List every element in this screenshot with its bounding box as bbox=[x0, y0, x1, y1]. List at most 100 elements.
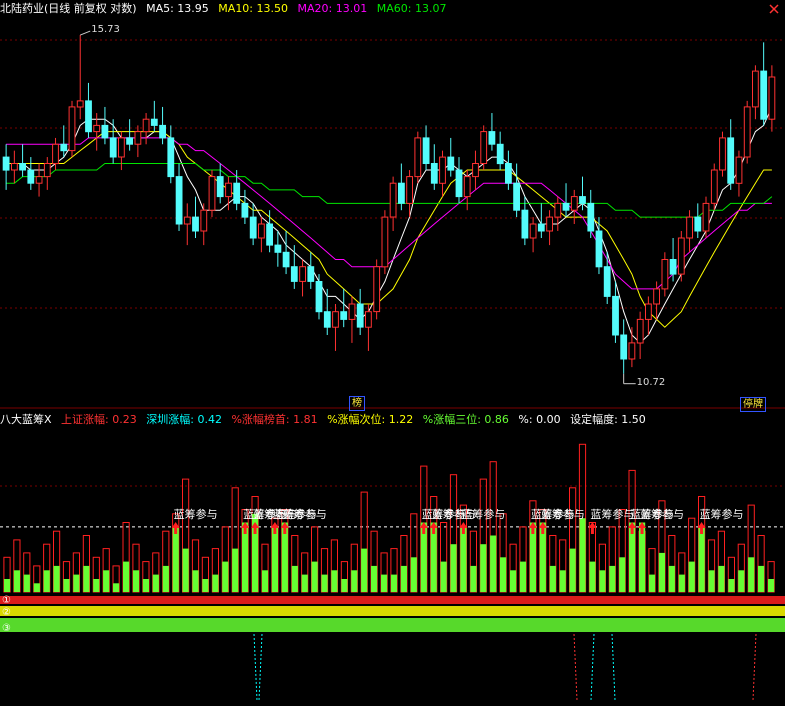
indicator-bar-fill bbox=[142, 579, 149, 592]
candle-body bbox=[702, 202, 710, 232]
candle-body bbox=[587, 202, 595, 232]
candle-body bbox=[348, 303, 356, 320]
candle-body bbox=[27, 169, 35, 184]
indicator-bar-fill bbox=[3, 579, 11, 592]
candle-body bbox=[332, 311, 339, 328]
indicator-bar-fill bbox=[440, 561, 447, 592]
indicator-bar-fill bbox=[589, 561, 596, 592]
indicator-bar-fill bbox=[321, 574, 328, 592]
candle-body bbox=[365, 311, 372, 328]
indicator-bar-fill bbox=[212, 574, 219, 592]
candle-body bbox=[694, 216, 702, 232]
indicator-bar-fill bbox=[83, 565, 90, 592]
candle-body bbox=[192, 216, 199, 232]
indicator-bar-fill bbox=[599, 570, 606, 592]
candle-body bbox=[455, 169, 463, 198]
low-price-label: 10.72 bbox=[636, 376, 666, 388]
candle-body bbox=[43, 163, 51, 178]
candle-body bbox=[480, 131, 488, 165]
indicator-bar-fill bbox=[232, 548, 239, 592]
candle-body bbox=[546, 216, 554, 232]
candle-body bbox=[200, 209, 208, 232]
candle-body bbox=[710, 169, 718, 204]
signal-label: 蓝筹参与 bbox=[640, 507, 684, 521]
candle-body bbox=[241, 202, 249, 218]
candle-body bbox=[274, 244, 282, 253]
candle-body bbox=[603, 266, 611, 297]
candle-body bbox=[439, 156, 446, 184]
indicator-bar-fill bbox=[768, 579, 775, 592]
ma60-readout: MA60: 13.07 bbox=[376, 2, 447, 15]
indicator-bar-fill bbox=[519, 561, 527, 592]
signal-label: 蓝筹参与 bbox=[590, 507, 634, 521]
indicator-bar-fill bbox=[182, 548, 189, 592]
rank-badge[interactable]: 榜 bbox=[349, 396, 365, 411]
dashed-drop-line bbox=[752, 633, 757, 701]
candle-body bbox=[68, 106, 76, 152]
candle-body bbox=[669, 259, 677, 275]
candle-body bbox=[636, 318, 644, 344]
candle-body bbox=[118, 137, 125, 158]
sh-change-readout: 上证涨幅: 0.23 bbox=[61, 413, 137, 426]
indicator-bar-fill bbox=[113, 583, 120, 592]
indicator-bar-fill bbox=[559, 570, 566, 592]
indicator-bar-fill bbox=[33, 583, 40, 592]
chart-canvas: 蓝筹参与 蓝筹参与蓝筹参与蓝筹参与蓝筹参与 蓝筹参与蓝筹参与蓝筹参与 蓝筹参与蓝筹参与… bbox=[0, 30, 785, 701]
candle-body bbox=[134, 131, 142, 145]
indicator-bar-fill bbox=[261, 570, 269, 592]
indicator-bar-fill bbox=[301, 574, 308, 592]
status-strip-label: ③ bbox=[2, 623, 11, 634]
indicator-bar-fill bbox=[648, 574, 656, 592]
candle-body bbox=[488, 131, 496, 145]
indicator-bar-fill bbox=[311, 561, 318, 592]
candle-body bbox=[76, 100, 84, 108]
candle-body bbox=[167, 137, 175, 178]
indicator-bar-fill bbox=[728, 579, 735, 592]
indicator-bar-fill bbox=[371, 565, 378, 592]
candle-body bbox=[472, 163, 479, 178]
candle-body bbox=[216, 176, 224, 198]
top1-readout: %涨幅榜首: 1.81 bbox=[231, 413, 318, 426]
status-strip-1 bbox=[0, 596, 785, 604]
candle-body bbox=[686, 216, 694, 239]
indicator-bar-fill bbox=[480, 544, 487, 592]
candle-body bbox=[496, 143, 504, 165]
flag-badge[interactable]: 停牌 bbox=[740, 397, 766, 412]
candle-body bbox=[661, 259, 669, 290]
signal-label: 蓝筹参与 bbox=[461, 507, 505, 521]
candle-body bbox=[628, 342, 636, 360]
indicator-bar-fill bbox=[410, 557, 417, 592]
candle-body bbox=[93, 124, 101, 133]
candle-body bbox=[109, 137, 117, 158]
candle-body bbox=[735, 156, 743, 184]
indicator-bar-fill bbox=[400, 565, 407, 592]
signal-label: 蓝筹参与 bbox=[283, 507, 327, 521]
indicator-bar-fill bbox=[152, 574, 159, 592]
indicator-bar-fill bbox=[510, 570, 517, 592]
status-strip-label: ① bbox=[2, 595, 11, 606]
candle-body bbox=[430, 163, 438, 184]
candle-body bbox=[381, 216, 389, 268]
indicator-header: 八大蓝筹X 上证涨幅: 0.23 深圳涨幅: 0.42 %涨幅榜首: 1.81 … bbox=[0, 413, 652, 427]
candle-body bbox=[768, 76, 776, 120]
candle-body bbox=[389, 182, 397, 218]
indicator-bar-fill bbox=[13, 570, 20, 592]
indicator-bar-fill bbox=[53, 565, 60, 592]
close-icon[interactable] bbox=[769, 4, 779, 14]
candle-body bbox=[249, 216, 257, 239]
candle-body bbox=[513, 182, 521, 211]
signal-label: 蓝筹参与 bbox=[700, 507, 744, 521]
indicator-bar-fill bbox=[202, 579, 209, 592]
indicator-bar-fill bbox=[470, 565, 477, 592]
indicator-bar-fill bbox=[619, 557, 626, 592]
dashed-drop-line bbox=[258, 633, 263, 701]
candle-body bbox=[645, 303, 652, 320]
indicator-bar-fill bbox=[172, 526, 179, 592]
candle-body bbox=[60, 143, 68, 152]
indicator-bar-fill bbox=[758, 565, 765, 592]
indicator-bar-fill bbox=[162, 565, 169, 592]
indicator-bar-fill bbox=[222, 561, 229, 592]
indicator-bar-fill bbox=[331, 570, 338, 592]
indicator-bar-fill bbox=[678, 574, 685, 592]
indicator-bar-fill bbox=[549, 565, 556, 592]
